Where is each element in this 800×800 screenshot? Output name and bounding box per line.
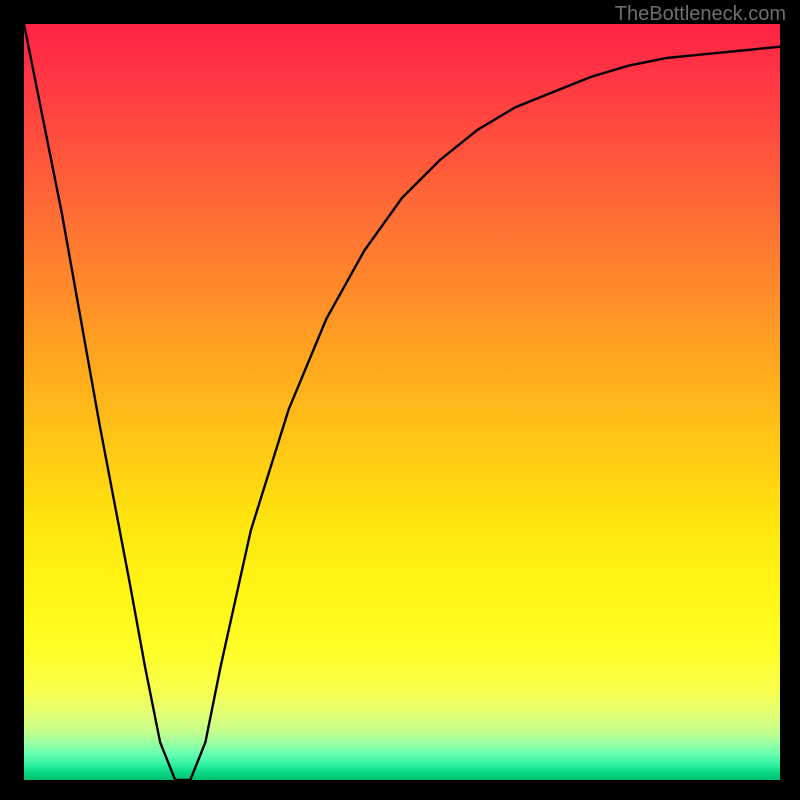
bottleneck-curve xyxy=(24,24,780,780)
plot-area xyxy=(24,24,780,780)
chart-frame: TheBottleneck.com xyxy=(0,0,800,800)
chart-canvas xyxy=(24,24,780,780)
watermark-text: TheBottleneck.com xyxy=(615,3,786,26)
